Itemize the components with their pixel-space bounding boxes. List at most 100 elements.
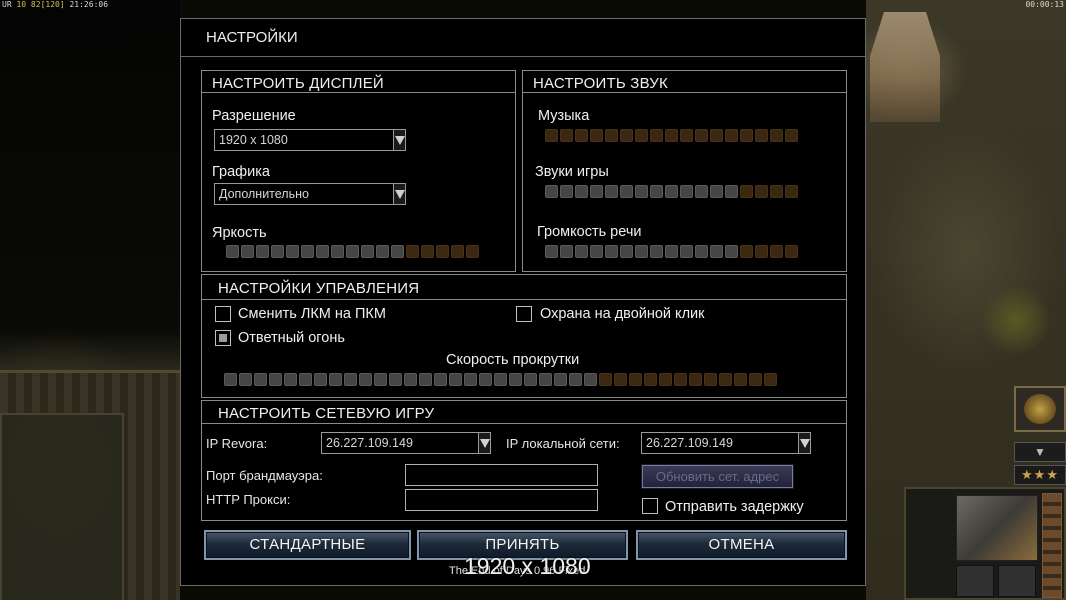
slider-segment[interactable] (284, 373, 297, 386)
slider-segment[interactable] (614, 373, 627, 386)
slider-segment[interactable] (269, 373, 282, 386)
slider-segment[interactable] (314, 373, 327, 386)
slider-segment[interactable] (665, 129, 678, 142)
slider-segment[interactable] (605, 129, 618, 142)
double-click-guard-checkbox[interactable] (516, 306, 532, 322)
slider-segment[interactable] (545, 185, 558, 198)
ip-lan-dropdown[interactable]: 26.227.109.149 (641, 432, 811, 454)
slider-segment[interactable] (785, 185, 798, 198)
slider-segment[interactable] (575, 129, 588, 142)
slider-segment[interactable] (376, 245, 389, 258)
slider-segment[interactable] (785, 245, 798, 258)
slider-segment[interactable] (620, 185, 633, 198)
slider-segment[interactable] (301, 245, 314, 258)
firewall-port-input[interactable] (405, 464, 598, 486)
slider-segment[interactable] (770, 185, 783, 198)
slider-segment[interactable] (271, 245, 284, 258)
sfx-volume-slider[interactable] (545, 185, 798, 199)
slider-segment[interactable] (689, 373, 702, 386)
slider-segment[interactable] (286, 245, 299, 258)
slider-segment[interactable] (785, 129, 798, 142)
slider-segment[interactable] (755, 245, 768, 258)
slider-segment[interactable] (644, 373, 657, 386)
brightness-slider[interactable] (226, 245, 479, 259)
slider-segment[interactable] (560, 185, 573, 198)
slider-segment[interactable] (374, 373, 387, 386)
slider-segment[interactable] (605, 245, 618, 258)
slider-segment[interactable] (389, 373, 402, 386)
slider-segment[interactable] (719, 373, 732, 386)
slider-segment[interactable] (436, 245, 449, 258)
defaults-button[interactable]: СТАНДАРТНЫЕ (204, 530, 411, 560)
slider-segment[interactable] (509, 373, 522, 386)
slider-segment[interactable] (725, 245, 738, 258)
slider-segment[interactable] (575, 185, 588, 198)
graphics-dropdown[interactable]: Дополнительно (214, 183, 406, 205)
slider-segment[interactable] (635, 245, 648, 258)
slider-segment[interactable] (575, 245, 588, 258)
slider-segment[interactable] (740, 185, 753, 198)
slider-segment[interactable] (710, 245, 723, 258)
slider-segment[interactable] (239, 373, 252, 386)
slider-segment[interactable] (344, 373, 357, 386)
slider-segment[interactable] (755, 129, 768, 142)
slider-segment[interactable] (241, 245, 254, 258)
slider-segment[interactable] (590, 185, 603, 198)
general-powers-button[interactable] (1014, 386, 1066, 432)
send-delay-checkbox[interactable] (642, 498, 658, 514)
retaliation-checkbox[interactable] (215, 330, 231, 346)
slider-segment[interactable] (755, 185, 768, 198)
slider-segment[interactable] (695, 185, 708, 198)
dropdown-arrow-icon[interactable] (478, 433, 490, 453)
slider-segment[interactable] (725, 129, 738, 142)
slider-segment[interactable] (524, 373, 537, 386)
slider-segment[interactable] (419, 373, 432, 386)
slider-segment[interactable] (539, 373, 552, 386)
slider-segment[interactable] (464, 373, 477, 386)
slider-segment[interactable] (740, 129, 753, 142)
slider-segment[interactable] (599, 373, 612, 386)
slider-segment[interactable] (590, 129, 603, 142)
slider-segment[interactable] (494, 373, 507, 386)
slider-segment[interactable] (650, 129, 663, 142)
slider-segment[interactable] (545, 245, 558, 258)
slider-segment[interactable] (734, 373, 747, 386)
dropdown-arrow-icon[interactable] (798, 433, 810, 453)
slider-segment[interactable] (299, 373, 312, 386)
slider-segment[interactable] (695, 245, 708, 258)
dropdown-arrow-icon[interactable] (393, 184, 405, 204)
slider-segment[interactable] (584, 373, 597, 386)
voice-volume-slider[interactable] (545, 245, 798, 259)
slider-segment[interactable] (629, 373, 642, 386)
slider-segment[interactable] (359, 373, 372, 386)
slider-segment[interactable] (451, 245, 464, 258)
slider-segment[interactable] (254, 373, 267, 386)
slider-segment[interactable] (620, 245, 633, 258)
slider-segment[interactable] (404, 373, 417, 386)
slider-segment[interactable] (560, 245, 573, 258)
slider-segment[interactable] (674, 373, 687, 386)
slider-segment[interactable] (710, 185, 723, 198)
music-volume-slider[interactable] (545, 129, 798, 143)
slider-segment[interactable] (560, 129, 573, 142)
slider-segment[interactable] (635, 129, 648, 142)
slider-segment[interactable] (406, 245, 419, 258)
slider-segment[interactable] (770, 245, 783, 258)
unit-portrait[interactable] (956, 495, 1038, 561)
slider-segment[interactable] (764, 373, 777, 386)
slider-segment[interactable] (710, 129, 723, 142)
slider-segment[interactable] (466, 245, 479, 258)
slider-segment[interactable] (391, 245, 404, 258)
command-slot[interactable] (998, 565, 1036, 597)
slider-segment[interactable] (346, 245, 359, 258)
slider-segment[interactable] (665, 185, 678, 198)
slider-segment[interactable] (635, 185, 648, 198)
slider-segment[interactable] (545, 129, 558, 142)
slider-segment[interactable] (569, 373, 582, 386)
slider-segment[interactable] (650, 185, 663, 198)
slider-segment[interactable] (590, 245, 603, 258)
slider-segment[interactable] (749, 373, 762, 386)
chevron-down-icon[interactable]: ▼ (1014, 442, 1066, 462)
slider-segment[interactable] (224, 373, 237, 386)
dropdown-arrow-icon[interactable] (393, 130, 405, 150)
